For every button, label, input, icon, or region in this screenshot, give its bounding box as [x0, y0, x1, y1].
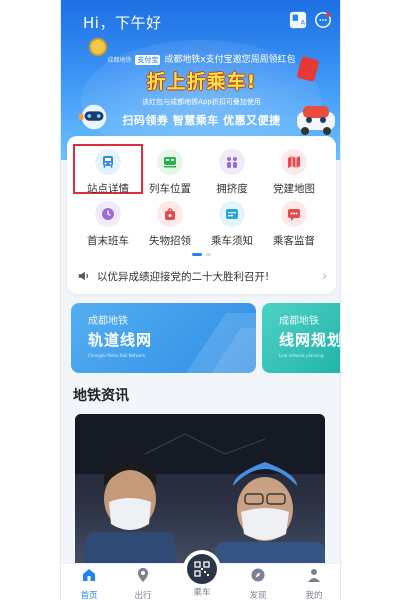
nav-label: 我的 [305, 591, 323, 600]
menu-label: 乘车须知 [211, 235, 253, 247]
train-position-icon [157, 149, 183, 175]
sponsor-text: 成都地铁x支付宝邀您周周领红包 [164, 55, 296, 65]
feedback-icon [281, 201, 307, 227]
qr-code-icon [187, 554, 217, 584]
menu-label: 拥挤度 [216, 183, 248, 195]
clock-icon [95, 201, 121, 227]
notice-card-icon [219, 201, 245, 227]
route-card-rail-network[interactable]: 成都地铁 轨道线网 Chengdu Metro Rail Network [71, 303, 256, 373]
robot-mascot-icon [78, 104, 107, 130]
route-title: 线网规划 [279, 331, 341, 349]
nav-me[interactable]: 我的 [294, 567, 334, 600]
menu-label: 首末班车 [87, 235, 129, 247]
user-icon [308, 569, 320, 582]
menu-label: 失物招领 [149, 235, 191, 247]
route-tag: 成都地铁 [88, 316, 128, 327]
alipay-logo: 支付宝 [135, 55, 161, 65]
nav-label: 首页 [80, 591, 98, 600]
route-subtitle: Chengdu Metro Rail Network [88, 353, 146, 358]
route-card-network-planning[interactable]: 成都地铁 线网规划 Line network planning [262, 303, 341, 373]
route-subtitle: Line network planning [279, 353, 324, 358]
menu-label: 党建地图 [273, 183, 315, 195]
nav-label: 出行 [134, 591, 152, 600]
menu-card: 站点详情 列车位置 拥挤度 党建地图 首末班车 失物招领 乘车须知 乘客监督 以… [67, 136, 336, 294]
qr-code-button[interactable] [183, 550, 221, 588]
menu-label: 列车位置 [149, 183, 191, 195]
greeting-text: Hi，下午好 [83, 14, 162, 32]
car-mascot-icon [297, 106, 335, 135]
menu-item-station-details[interactable]: 站点详情 [78, 149, 138, 196]
menu-label: 乘客监督 [273, 235, 315, 247]
map-icon [281, 149, 307, 175]
location-icon [138, 568, 148, 582]
translate-icon[interactable]: A [289, 11, 307, 29]
chat-icon[interactable] [314, 11, 332, 29]
menu-item-riding-rules[interactable]: 乘车须知 [202, 201, 262, 248]
compass-icon [251, 568, 265, 582]
page-indicator [67, 253, 336, 256]
news-section-title: 地铁资讯 [73, 388, 129, 404]
notice-text: 以优异成绩迎接党的二十大胜利召开! [97, 270, 270, 283]
banner-sponsor: 成都地铁 支付宝 成都地铁x支付宝邀您周周领红包 [61, 52, 340, 65]
menu-item-train-position[interactable]: 列车位置 [140, 149, 200, 196]
menu-item-crowding[interactable]: 拥挤度 [202, 149, 262, 196]
crowd-icon [219, 149, 245, 175]
news-photo[interactable] [75, 414, 325, 572]
menu-item-party-map[interactable]: 党建地图 [264, 149, 324, 196]
nav-label: 发现 [249, 591, 267, 600]
notice-bar[interactable]: 以优异成绩迎接党的二十大胜利召开! › [77, 263, 327, 289]
menu-item-lost-found[interactable]: 失物招领 [140, 201, 200, 248]
page-dot-active [192, 253, 202, 256]
chevron-right-icon: › [322, 269, 327, 283]
route-tag: 成都地铁 [279, 316, 319, 327]
speaker-icon [78, 271, 89, 281]
nav-home[interactable]: 首页 [69, 567, 109, 600]
svg-text:A: A [301, 20, 306, 27]
route-title: 轨道线网 [88, 331, 153, 349]
home-icon [83, 569, 95, 581]
nav-discover[interactable]: 发现 [238, 567, 278, 600]
train-icon [95, 149, 121, 175]
route-decoration [186, 313, 256, 373]
news-image [75, 414, 325, 572]
menu-item-passenger-supervision[interactable]: 乘客监督 [264, 201, 324, 248]
menu-item-first-last-train[interactable]: 首末班车 [78, 201, 138, 248]
menu-label: 站点详情 [87, 183, 129, 195]
nav-travel[interactable]: 出行 [123, 567, 163, 600]
banner-headline: 折上折乘车! [146, 71, 257, 93]
bag-icon [157, 201, 183, 227]
page-dot [206, 253, 211, 256]
metro-logo: 成都地铁 [107, 57, 132, 64]
phone-screen: Hi，下午好 A 成都地铁 支付宝 成都地铁x支付宝邀您周周领红包 折上折乘车! 该… [60, 0, 341, 600]
